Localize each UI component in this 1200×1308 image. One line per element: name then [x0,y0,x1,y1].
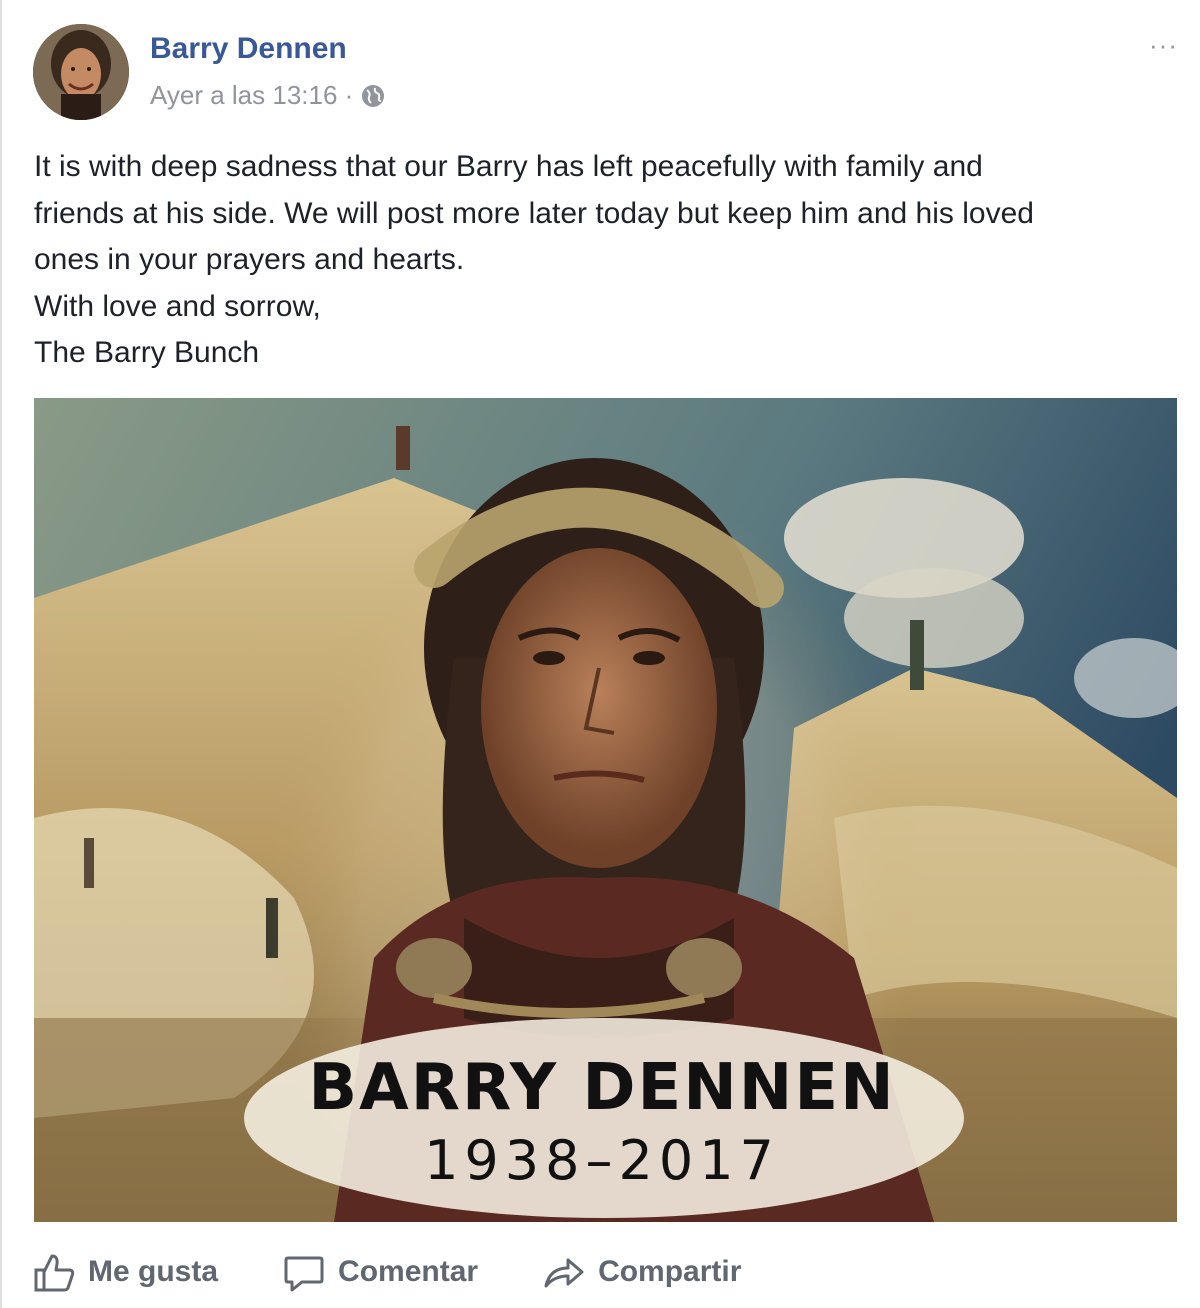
post-timestamp[interactable]: Ayer a las 13:16 · [150,80,353,111]
comment-icon [284,1256,324,1292]
post-text-line: The Barry Bunch [34,336,260,369]
comment-label: Comentar [338,1255,479,1288]
post-meta: Ayer a las 13:16 · [150,80,385,111]
like-label: Me gusta [88,1255,219,1288]
comment-button[interactable]: Comentar [282,1250,478,1294]
post-actions: Me gusta Comentar Compartir [32,1244,1182,1300]
like-button[interactable]: Me gusta [32,1250,218,1294]
post-text-line: With love and sorrow, [34,289,321,323]
author-name[interactable]: Barry Dennen [150,32,347,66]
image-title: BARRY DENNEN [308,1051,896,1125]
globe-icon[interactable] [361,84,385,108]
share-label: Compartir [598,1255,742,1288]
image-caption: BARRY DENNEN 1938–2017 [2,1048,1200,1194]
image-years: 1938–2017 [424,1129,780,1192]
more-options-button[interactable]: ··· [1149,30,1178,61]
thumbs-up-icon [34,1254,75,1292]
post-text: It is with deep sadness that our Barry h… [34,144,1184,377]
post-text-line: ones in your prayers and hearts. [34,243,465,276]
share-arrow-icon [544,1258,584,1288]
facebook-post: Barry Dennen Ayer a las 13:16 · ··· It i… [0,0,1200,1308]
share-button[interactable]: Compartir [542,1250,741,1294]
avatar[interactable] [33,24,129,120]
post-text-line: friends at his side. We will post more l… [34,196,1034,230]
post-text-line: It is with deep sadness that our Barry h… [34,150,983,183]
